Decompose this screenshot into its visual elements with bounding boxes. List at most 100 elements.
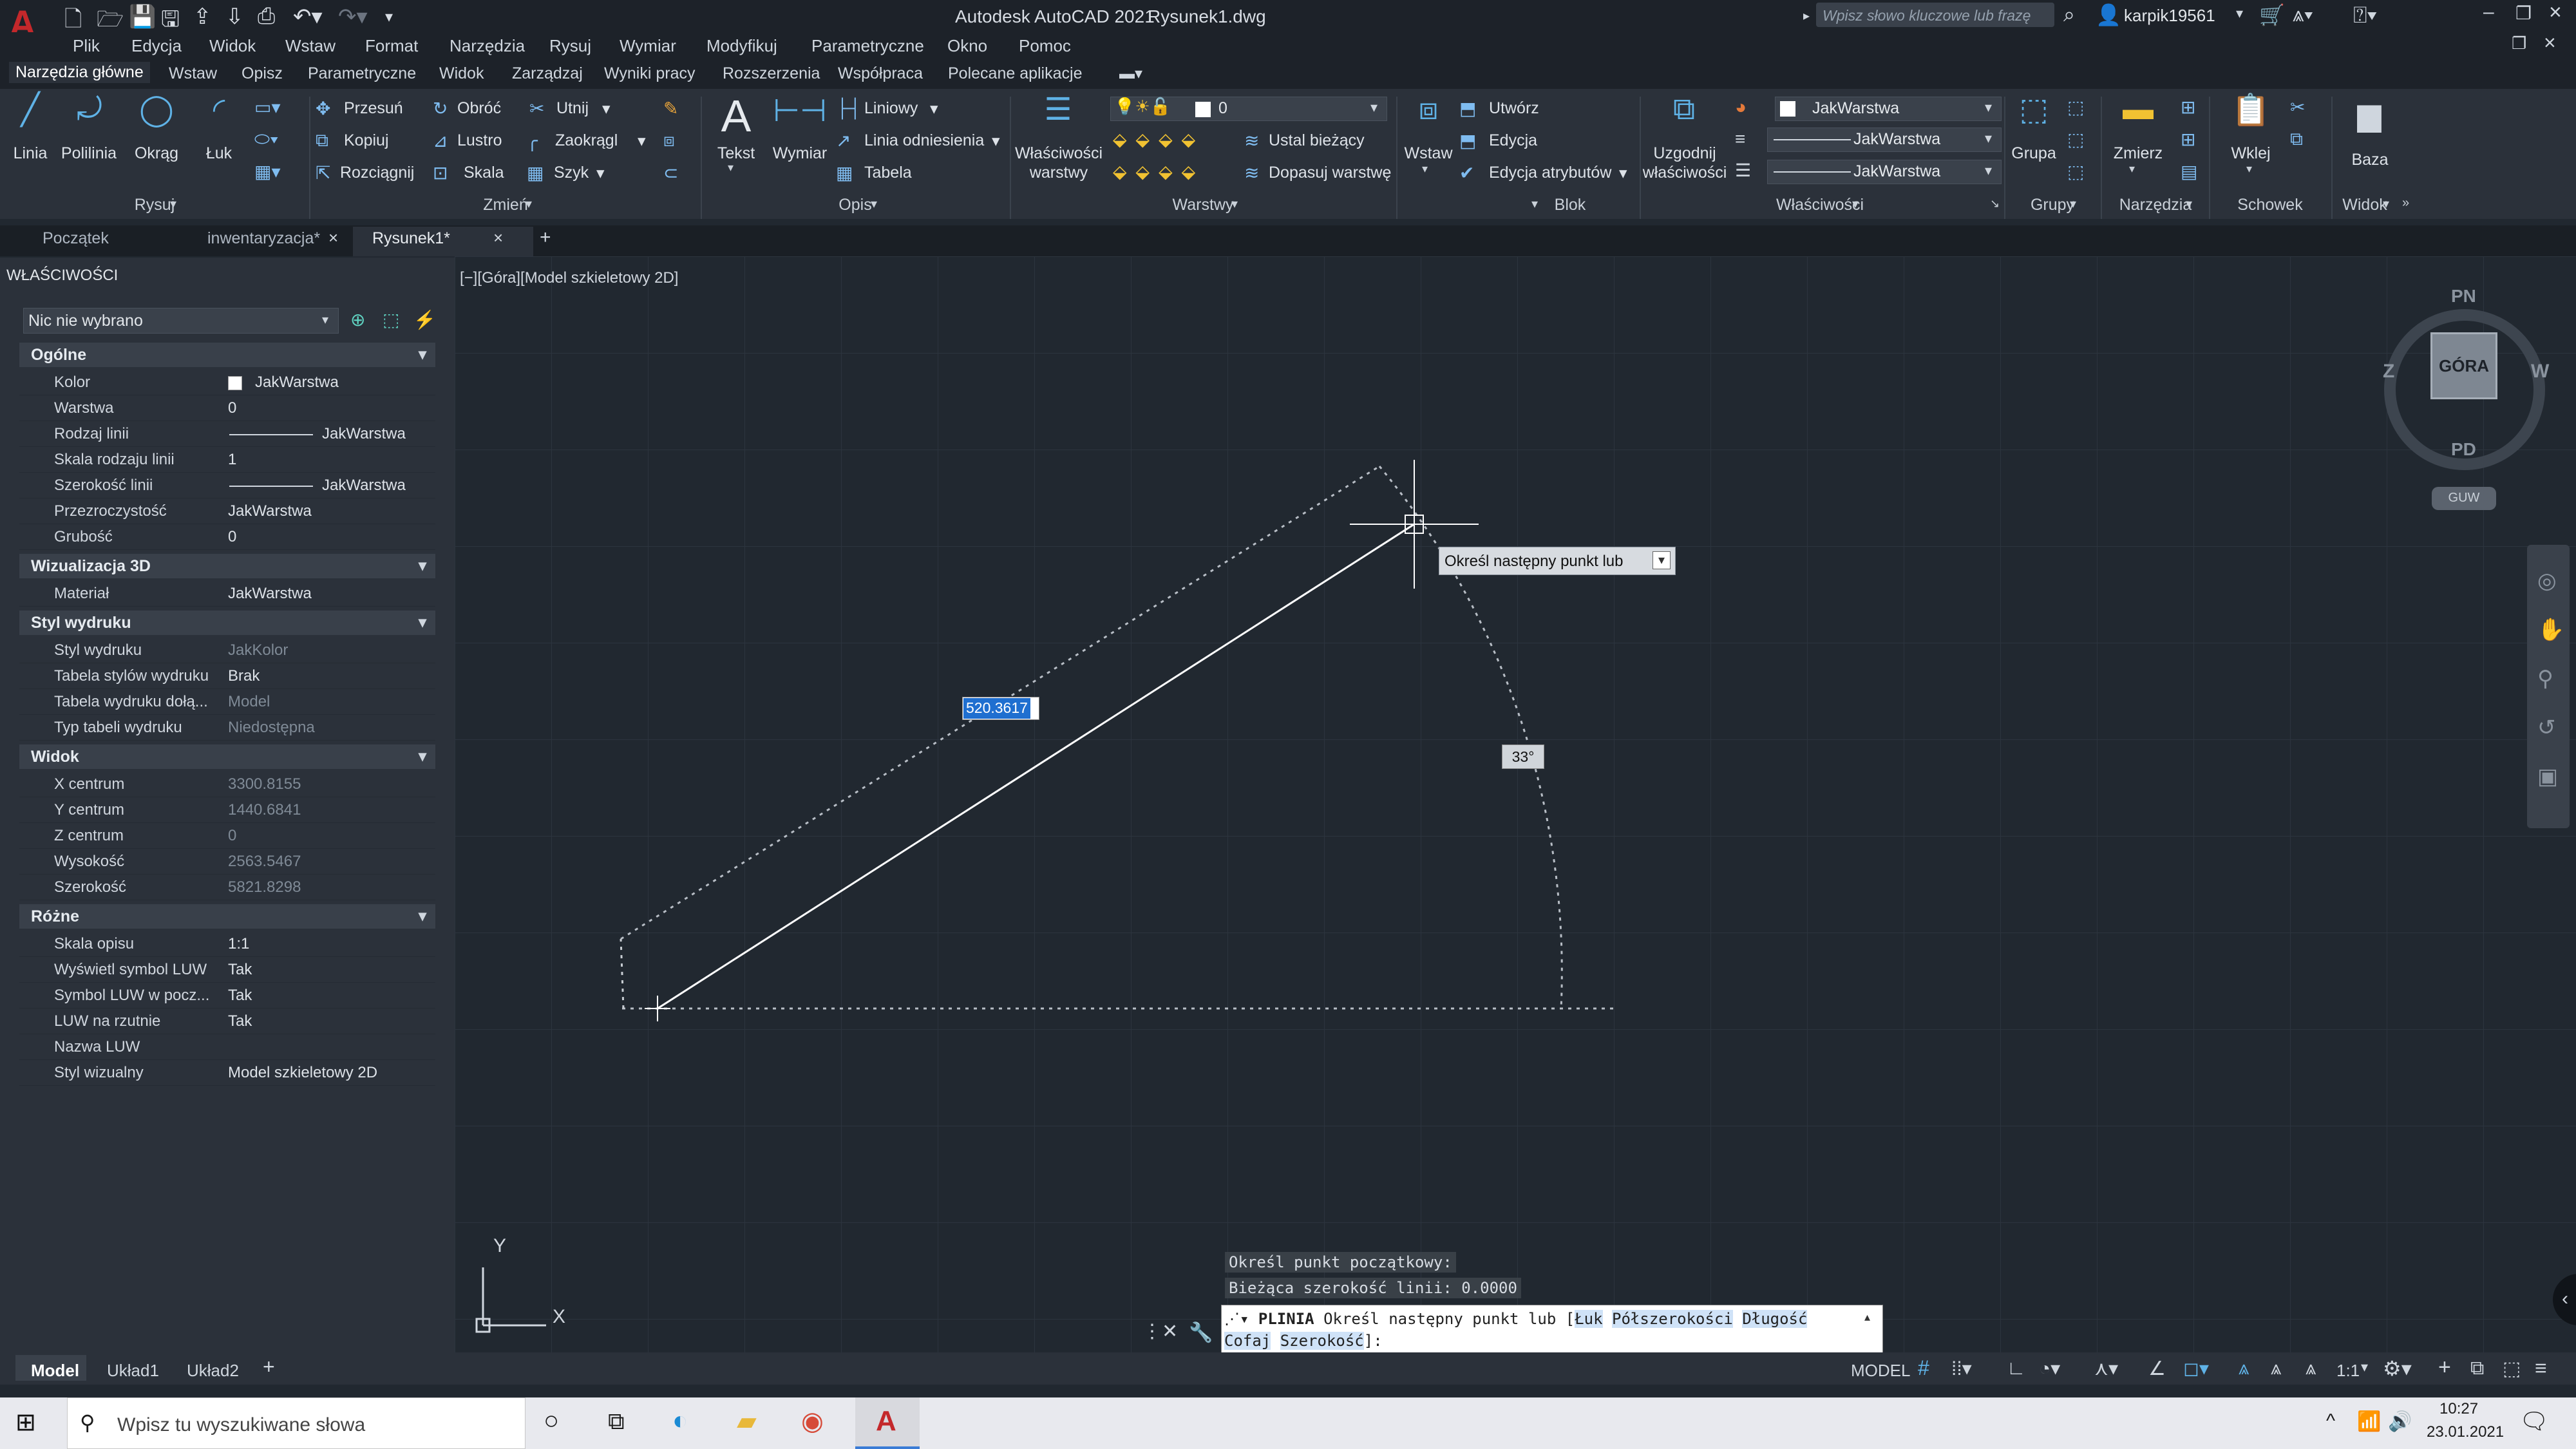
zoom-icon[interactable]: ⚲ bbox=[2537, 666, 2553, 692]
properties-expand-chevron-icon[interactable]: ▾ bbox=[1852, 196, 1859, 212]
text-dropdown-icon[interactable]: ▾ bbox=[728, 161, 734, 175]
property-value[interactable]: 1 bbox=[228, 451, 236, 469]
quick-select-palette-icon[interactable]: ⚡ bbox=[413, 309, 436, 330]
layer-tools-row2-icons[interactable]: ⬙⬙⬙⬙ bbox=[1113, 161, 1204, 182]
viewcube-north[interactable]: PN bbox=[2451, 286, 2476, 307]
cortana-icon[interactable]: ○ bbox=[544, 1406, 559, 1435]
tab-rozszerzenia[interactable]: Rozszerzenia bbox=[723, 64, 820, 83]
group-label-widok[interactable]: Widok bbox=[2326, 196, 2403, 214]
ungroup-icon[interactable]: ⬚ bbox=[2067, 97, 2084, 118]
menu-modyfikuj[interactable]: Modyfikuj bbox=[706, 36, 777, 56]
section-collapse-icon[interactable]: ▾ bbox=[419, 556, 426, 575]
color-wheel-icon[interactable]: ◕ bbox=[1735, 97, 1747, 118]
tab-opisz[interactable]: Opisz bbox=[242, 64, 283, 83]
property-row[interactable]: Skala opisu 1:1 bbox=[19, 931, 435, 957]
command-history-up-icon[interactable]: ▴ bbox=[1864, 1311, 1870, 1324]
selection-dropdown-chevron-icon[interactable]: ▾ bbox=[322, 312, 328, 328]
property-value[interactable]: JakWarstwa bbox=[228, 585, 312, 603]
angle-input-field[interactable]: 33° bbox=[1502, 744, 1544, 769]
menu-pomoc[interactable]: Pomoc bbox=[1019, 36, 1071, 56]
menu-plik[interactable]: Plik bbox=[73, 36, 100, 56]
fillet-dropdown-icon[interactable]: ▾ bbox=[638, 131, 646, 151]
length-input-value[interactable]: 520.3617 bbox=[963, 698, 1030, 719]
viewcube-west[interactable]: Z bbox=[2383, 361, 2394, 383]
user-icon[interactable]: 👤 bbox=[2096, 3, 2121, 27]
dimension-button[interactable]: Wymiar bbox=[768, 144, 832, 163]
create-block-icon[interactable]: ⬒ bbox=[1459, 98, 1476, 119]
autocad-taskbar-icon[interactable]: A bbox=[876, 1405, 896, 1437]
model-space-button[interactable]: MODEL bbox=[1851, 1361, 1910, 1381]
isodraft-icon[interactable]: ⋏▾ bbox=[2094, 1358, 2118, 1380]
polar-icon[interactable]: ◔▾ bbox=[2039, 1358, 2060, 1380]
redo-icon[interactable]: ↷▾ bbox=[338, 4, 368, 30]
tab-wspolpraca[interactable]: Współpraca bbox=[838, 64, 923, 83]
tab-parametryczne[interactable]: Parametryczne bbox=[308, 64, 416, 83]
toggle-pickadd-icon[interactable]: ⊕ bbox=[350, 309, 365, 330]
viewcube-east[interactable]: W bbox=[2531, 361, 2549, 383]
mirror-icon[interactable]: ⊿ bbox=[433, 130, 448, 151]
copy-button[interactable]: Kopiuj bbox=[344, 131, 389, 150]
tab-inwentaryzacja[interactable]: inwentaryzacja* bbox=[207, 229, 320, 248]
customization-menu-icon[interactable]: ≡ bbox=[2535, 1356, 2547, 1380]
file-explorer-icon[interactable]: ▰ bbox=[737, 1406, 757, 1436]
pan-icon[interactable]: ✋ bbox=[2537, 617, 2564, 643]
ribbon-minimize-icon[interactable]: ▬▾ bbox=[1119, 64, 1142, 83]
task-view-icon[interactable]: ⧉ bbox=[608, 1408, 625, 1435]
edit-block-button[interactable]: Edycja bbox=[1489, 131, 1537, 150]
property-row[interactable]: Z centrum 0 bbox=[19, 823, 435, 849]
drawing-canvas[interactable]: [−][Góra][Model szkieletowy 2D] Określ n… bbox=[455, 256, 2576, 1352]
menu-widok[interactable]: Widok bbox=[209, 36, 256, 56]
add-layout-icon[interactable]: + bbox=[263, 1355, 275, 1379]
match-layer-button[interactable]: Dopasuj warstwę bbox=[1269, 164, 1391, 182]
menu-wymiar[interactable]: Wymiar bbox=[620, 36, 676, 56]
utilities-expand-chevron-icon[interactable]: ▾ bbox=[2186, 196, 2192, 212]
array-icon[interactable]: ▦ bbox=[527, 162, 544, 184]
network-icon[interactable]: 📶 bbox=[2357, 1410, 2381, 1433]
measure-icon[interactable]: ▬ bbox=[2110, 91, 2166, 127]
polyline-button[interactable]: Polilinia bbox=[57, 144, 121, 163]
text-button[interactable]: Tekst bbox=[711, 144, 761, 163]
property-value[interactable]: 1:1 bbox=[228, 935, 249, 953]
action-center-icon[interactable]: 🗨 bbox=[2519, 1408, 2549, 1435]
auto-scale-icon[interactable]: ⩓ bbox=[2271, 1358, 2282, 1379]
hatch-icon[interactable]: ⬭▾ bbox=[254, 129, 279, 150]
move-button[interactable]: Przesuń bbox=[344, 99, 403, 118]
help-icon[interactable]: ⍰▾ bbox=[2353, 1, 2377, 29]
array-button[interactable]: Szyk bbox=[554, 164, 589, 182]
paste-icon[interactable]: 📋 bbox=[2222, 91, 2280, 128]
mirror-button[interactable]: Lustro bbox=[457, 131, 502, 150]
cart-icon[interactable]: 🛒 bbox=[2259, 3, 2285, 27]
minimize-icon[interactable]: – bbox=[2483, 1, 2494, 23]
property-row[interactable]: Wysokość 2563.5467 bbox=[19, 849, 435, 875]
property-value[interactable]: 0 bbox=[228, 399, 236, 417]
property-value[interactable]: Model szkieletowy 2D bbox=[228, 1064, 377, 1082]
drawing-svg[interactable] bbox=[455, 256, 2576, 1352]
property-value[interactable]: JakWarstwa bbox=[228, 502, 312, 520]
option-szerokosc[interactable]: Szerokość bbox=[1280, 1332, 1364, 1350]
group-label-zmien[interactable]: Zmień bbox=[309, 196, 702, 214]
group-label-grupy[interactable]: Grupy bbox=[2004, 196, 2101, 214]
leader-button[interactable]: Linia odniesienia bbox=[864, 131, 984, 150]
property-row[interactable]: Nazwa LUW bbox=[19, 1034, 435, 1060]
set-current-layer-button[interactable]: Ustal bieżący bbox=[1269, 131, 1365, 150]
option-polszerokosci[interactable]: Półszerokości bbox=[1612, 1310, 1733, 1328]
group-label-wlasciwosci[interactable]: Właściwości bbox=[1640, 196, 2000, 214]
command-line-input[interactable]: ⋰▾ PLINIA Określ następny punkt lub [Łuk… bbox=[1221, 1305, 1883, 1354]
array-dropdown-icon[interactable]: ▾ bbox=[596, 164, 605, 183]
chevron-right-icon[interactable]: ▸ bbox=[1803, 8, 1810, 24]
scale-button[interactable]: Skala bbox=[464, 164, 504, 182]
tab-rysunek1[interactable]: Rysunek1* bbox=[372, 229, 450, 248]
section-header[interactable]: Ogólne ▾ bbox=[19, 343, 435, 367]
property-row[interactable]: Szerokość linii JakWarstwa bbox=[19, 473, 435, 498]
group-label-schowek[interactable]: Schowek bbox=[2209, 196, 2331, 214]
menu-narzedzia[interactable]: Narzędzia bbox=[450, 36, 525, 56]
lineweight-icon[interactable]: ≡ bbox=[1735, 129, 1745, 149]
workspace-gear-icon[interactable]: ⚙▾ bbox=[2383, 1356, 2412, 1381]
close-icon[interactable]: × bbox=[2549, 0, 2562, 25]
copy-icon[interactable]: ⧉ bbox=[316, 130, 328, 151]
clock-time[interactable]: 10:27 bbox=[2439, 1400, 2478, 1418]
print-icon[interactable]: ⎙ bbox=[258, 4, 275, 29]
set-current-layer-icon[interactable]: ≋ bbox=[1244, 130, 1259, 151]
tray-chevron-icon[interactable]: ^ bbox=[2326, 1410, 2335, 1432]
menu-parametryczne[interactable]: Parametryczne bbox=[811, 36, 924, 56]
